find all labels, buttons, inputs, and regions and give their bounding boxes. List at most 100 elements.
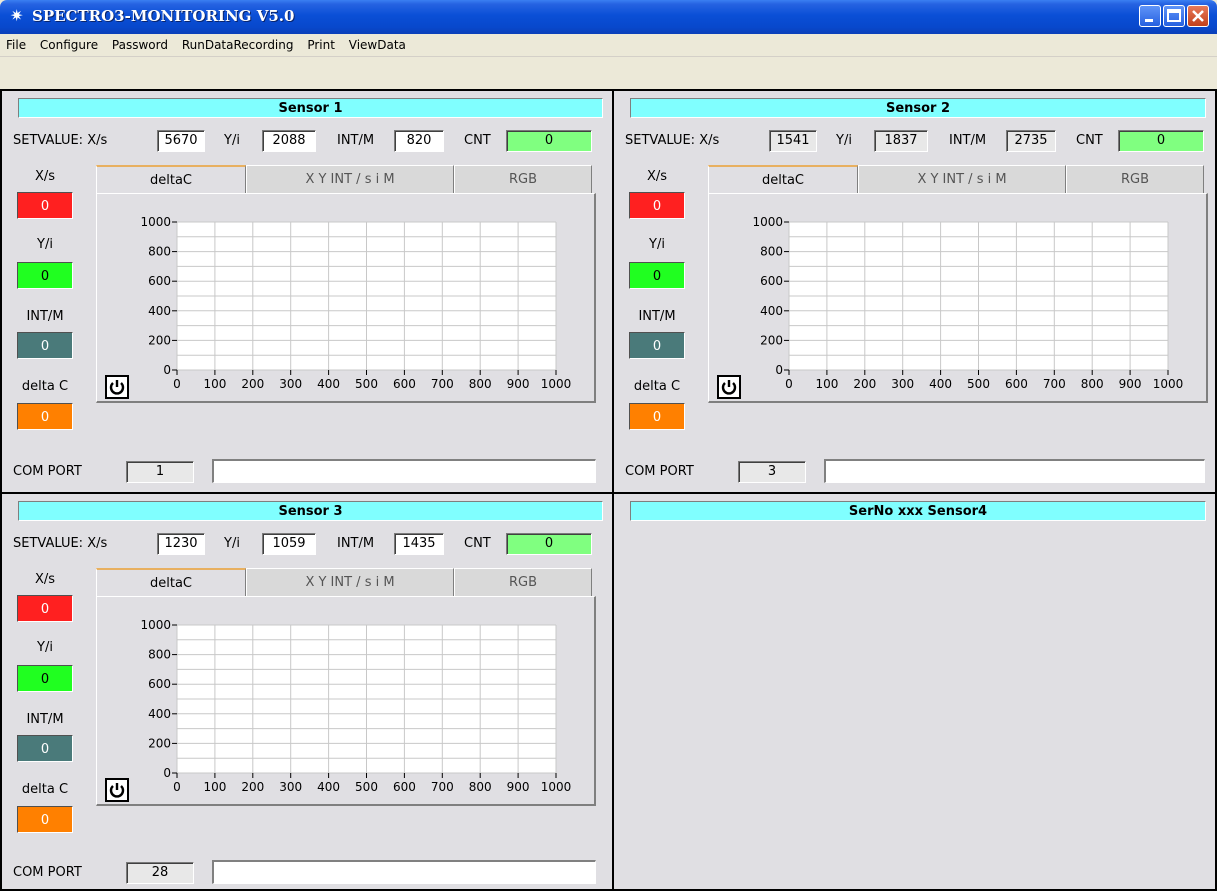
chart-tabs: deltaC X Y INT / s i M RGB 1000 800 600 400 200…: [96, 165, 596, 403]
deltac-chart: 1000 800 600 400 200 00 100 200 300 400 500 600 700 8…: [752, 215, 1184, 391]
menu-viewdata[interactable]: ViewData: [344, 34, 411, 56]
setvalue-label: SETVALUE: X/s: [13, 536, 108, 551]
x-tick-label: 1000: [1153, 377, 1184, 391]
tab-rgb[interactable]: RGB: [454, 165, 592, 193]
maximize-button[interactable]: [1163, 5, 1185, 27]
intm-label: INT/M: [949, 133, 987, 148]
intm-setvalue-field[interactable]: 1435: [394, 533, 444, 555]
tab-xyint[interactable]: X Y INT / s i M: [858, 165, 1066, 193]
tab-deltac[interactable]: deltaC: [708, 165, 858, 194]
y-tick-label: 1000: [752, 215, 783, 229]
x-tick-label: 500: [355, 780, 378, 794]
deltac-indicator-label: delta C: [21, 782, 69, 797]
y-indicator-label: Y/i: [37, 237, 53, 252]
tab-xyint[interactable]: X Y INT / s i M: [246, 568, 454, 596]
menu-configure[interactable]: Configure: [35, 34, 103, 56]
power-icon: [721, 380, 737, 395]
menu-file[interactable]: File: [0, 34, 31, 56]
x-tick-label: 800: [469, 780, 492, 794]
power-button[interactable]: [717, 375, 741, 399]
x-tick-label: 600: [393, 780, 416, 794]
power-button[interactable]: [105, 375, 129, 399]
intm-indicator: 0: [17, 735, 73, 762]
close-icon: [1192, 10, 1204, 22]
close-button[interactable]: [1187, 5, 1209, 27]
y-label: Y/i: [224, 536, 240, 551]
deltac-chart: 1000 800 600 400 200 00 100 200 300 400 500 600 700 8…: [140, 215, 572, 391]
power-icon: [109, 380, 125, 395]
intm-setvalue-field[interactable]: 2735: [1006, 130, 1056, 152]
tab-deltac[interactable]: deltaC: [96, 165, 246, 194]
menu-password[interactable]: Password: [107, 34, 173, 56]
x-tick-label: 1000: [541, 377, 572, 391]
sensor-title: Sensor 2: [630, 98, 1206, 118]
y-tick-label: 0: [163, 363, 171, 377]
y-tick-label: 200: [148, 736, 171, 750]
x-tick-label: 400: [317, 780, 340, 794]
title-bar[interactable]: ✷ SPECTRO3-MONITORING V5.0: [0, 0, 1217, 34]
x-tick-label: 600: [393, 377, 416, 391]
setvalue-label: SETVALUE: X/s: [13, 133, 108, 148]
cnt-label: CNT: [464, 133, 491, 148]
y-tick-label: 400: [148, 707, 171, 721]
y-tick-label: 600: [148, 274, 171, 288]
x-tick-label: 700: [1043, 377, 1066, 391]
window-title: SPECTRO3-MONITORING V5.0: [32, 7, 295, 25]
y-setvalue-field[interactable]: 1059: [262, 533, 316, 555]
y-tick-label: 200: [148, 333, 171, 347]
power-icon: [109, 783, 125, 798]
cnt-value: 0: [506, 533, 592, 555]
x-tick-label: 200: [241, 377, 264, 391]
y-setvalue-field[interactable]: 1837: [874, 130, 928, 152]
intm-setvalue-field[interactable]: 820: [394, 130, 444, 152]
x-tick-label: 500: [355, 377, 378, 391]
y-tick-label: 1000: [140, 215, 171, 229]
sensor-title: SerNo xxx Sensor4: [630, 501, 1206, 521]
tab-rgb[interactable]: RGB: [454, 568, 592, 596]
app-window: ✷ SPECTRO3-MONITORING V5.0 File Configur…: [0, 0, 1217, 891]
y-indicator-label: Y/i: [649, 237, 665, 252]
tab-deltac[interactable]: deltaC: [96, 568, 246, 597]
y-tick-label: 0: [163, 766, 171, 780]
sensor-title: Sensor 1: [18, 98, 603, 118]
y-indicator: 0: [629, 262, 685, 289]
sensor-title: Sensor 3: [18, 501, 603, 521]
x-tick-label: 100: [203, 377, 226, 391]
x-tick-label: 300: [891, 377, 914, 391]
cnt-value: 0: [1118, 130, 1204, 152]
menu-print[interactable]: Print: [302, 34, 340, 56]
y-setvalue-field[interactable]: 2088: [262, 130, 316, 152]
y-label: Y/i: [836, 133, 852, 148]
x-tick-label: 500: [967, 377, 990, 391]
setvalue-label: SETVALUE: X/s: [625, 133, 720, 148]
y-label: Y/i: [224, 133, 240, 148]
com-port-value: 28: [126, 862, 194, 884]
maximize-icon: [1167, 9, 1181, 22]
tab-rgb[interactable]: RGB: [1066, 165, 1204, 193]
deltac-indicator-label: delta C: [21, 379, 69, 394]
tab-content: 1000 800 600 400 200 0 0 100 200 300 400 500 600 700 8…: [96, 596, 596, 806]
tab-content: 1000 800 600 400 200 0 0 100 200 300 400 500 600 700 8…: [96, 193, 596, 403]
x-tick-label: 1000: [541, 780, 572, 794]
x-tick-label: 100: [203, 780, 226, 794]
y-tick-label: 600: [148, 677, 171, 691]
x-setvalue-field[interactable]: 1541: [769, 130, 817, 152]
power-button[interactable]: [105, 778, 129, 802]
intm-label: INT/M: [337, 536, 375, 551]
cnt-value: 0: [506, 130, 592, 152]
minimize-button[interactable]: [1139, 5, 1161, 27]
x-setvalue-field[interactable]: 1230: [157, 533, 205, 555]
message-field: [824, 459, 1205, 483]
cnt-label: CNT: [464, 536, 491, 551]
tab-xyint[interactable]: X Y INT / s i M: [246, 165, 454, 193]
chart-tabs: deltaC X Y INT / s i M RGB 1000 800 600 400 200…: [708, 165, 1208, 403]
y-tick-label: 800: [148, 245, 171, 259]
cnt-label: CNT: [1076, 133, 1103, 148]
intm-indicator-label: INT/M: [638, 309, 676, 324]
x-setvalue-field[interactable]: 5670: [157, 130, 205, 152]
x-tick-label: 400: [317, 377, 340, 391]
com-port-value: 3: [738, 461, 806, 483]
x-tick-label: 0: [785, 377, 793, 391]
x-tick-label: 0: [173, 377, 181, 391]
menu-rundatarecording[interactable]: RunDataRecording: [177, 34, 299, 56]
